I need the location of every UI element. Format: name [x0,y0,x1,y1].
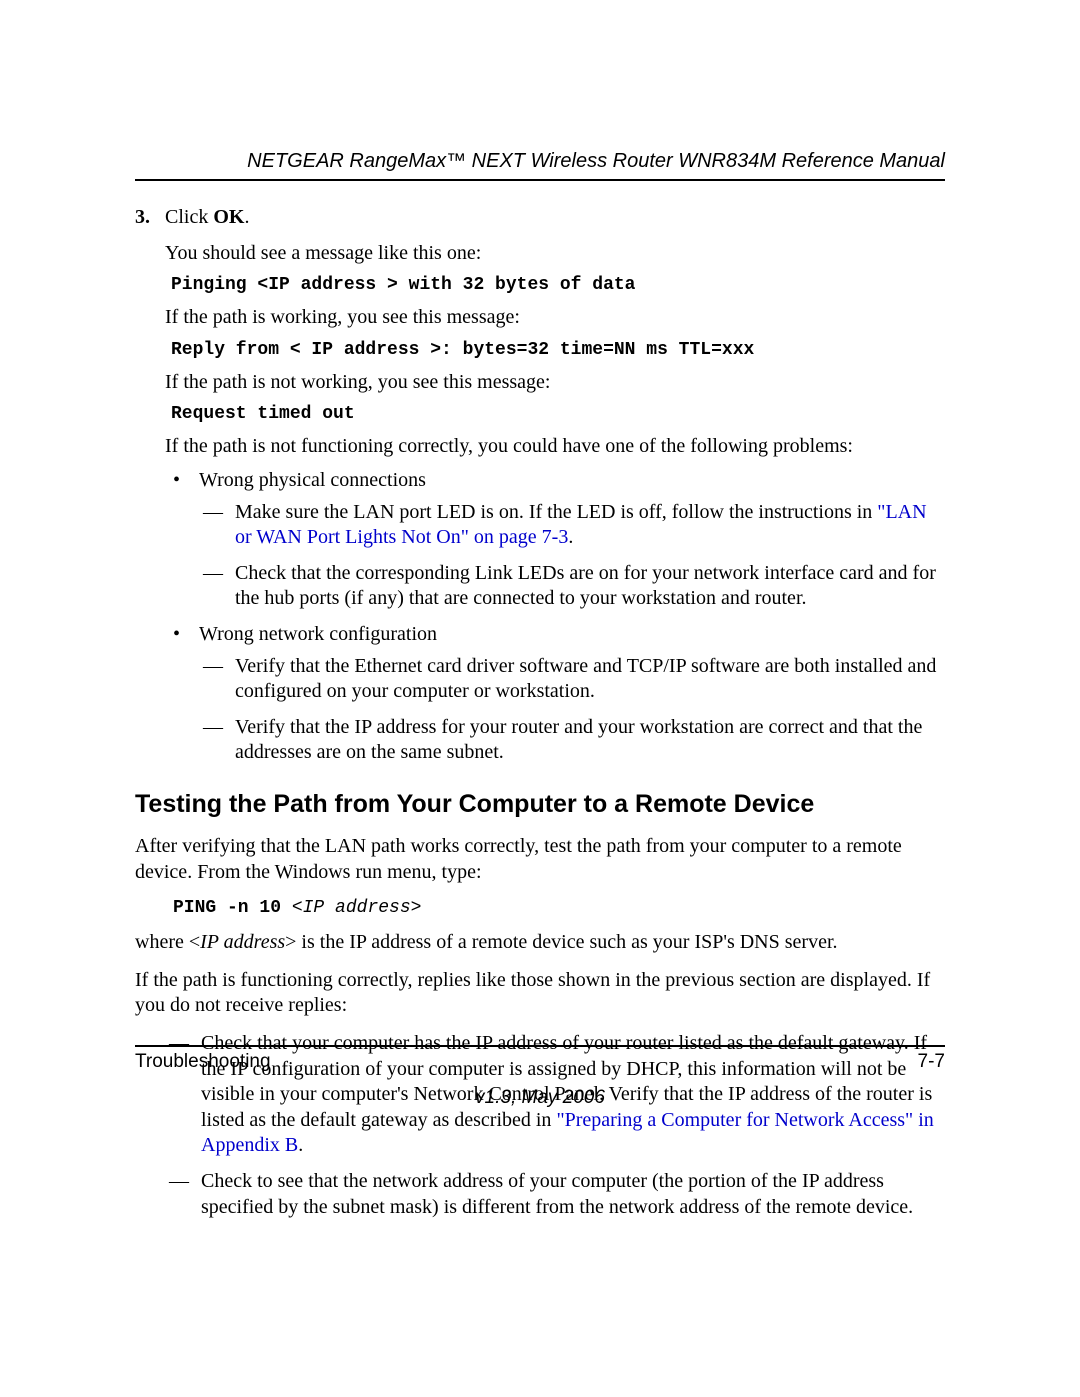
notworking-intro: If the path is not working, you see this… [165,370,945,396]
dash-text-pre: Make sure the LAN port LED is on. If the… [235,501,877,523]
sub-list: Make sure the LAN port LED is on. If the… [199,500,945,612]
dash-text: Verify that the IP address for your rout… [235,716,922,764]
ping-command: PING -n 10 <IP address> [135,897,945,920]
footer-row: Troubleshooting 7-7 [135,1051,945,1073]
bullet-title: Wrong physical connections [199,469,426,491]
p2-post: > is the IP address of a remote device s… [285,931,837,953]
p2-ital: IP address [200,931,285,953]
working-intro: If the path is working, you see this mes… [165,305,945,331]
cmd-arg: <IP address> [292,898,422,918]
dash-text-post: . [568,526,573,548]
timeout-output: Request timed out [165,403,945,426]
problems-list: Wrong physical connections Make sure the… [165,468,945,766]
step-indent: You should see a message like this one: … [165,241,945,766]
dash-text: Verify that the Ethernet card driver sof… [235,655,936,703]
list-item: Verify that the Ethernet card driver sof… [199,654,945,705]
page: NETGEAR RangeMax™ NEXT Wireless Router W… [0,0,1080,1397]
header-title: NETGEAR RangeMax™ NEXT Wireless Router W… [135,150,945,173]
step-body: Click OK. [165,205,945,231]
p2-pre: where < [135,931,200,953]
step-click-post: . [244,206,249,228]
list-item: Wrong network configuration Verify that … [165,622,945,766]
section-p3: If the path is functioning correctly, re… [135,968,945,1019]
step-click-bold: OK [213,206,244,228]
cmd-text: PING -n 10 [173,898,292,918]
step-number: 3. [135,205,165,231]
header-rule [135,179,945,181]
reply-output: Reply from < IP address >: bytes=32 time… [165,339,945,362]
footer-version: v1.3, May 2006 [135,1087,945,1109]
footer-rule [135,1045,945,1047]
list-item: Verify that the IP address for your rout… [199,715,945,766]
step-click-pre: Click [165,206,213,228]
step-3: 3. Click OK. [135,205,945,231]
problems-intro: If the path is not functioning correctly… [165,434,945,460]
footer-section-name: Troubleshooting [135,1051,271,1073]
list-item: Check to see that the network address of… [165,1169,945,1220]
section-p2: where <IP address> is the IP address of … [135,930,945,956]
msg-intro: You should see a message like this one: [165,241,945,267]
footer-page-number: 7-7 [918,1051,945,1073]
dash-text-post: . [298,1134,303,1156]
bullet-title: Wrong network configuration [199,623,437,645]
sub-list: Verify that the Ethernet card driver sof… [199,654,945,766]
list-item: Make sure the LAN port LED is on. If the… [199,500,945,551]
list-item: Wrong physical connections Make sure the… [165,468,945,612]
section-heading: Testing the Path from Your Computer to a… [135,788,945,820]
section-p1: After verifying that the LAN path works … [135,834,945,885]
list-item: Check that the corresponding Link LEDs a… [199,561,945,612]
page-footer: Troubleshooting 7-7 v1.3, May 2006 [135,1045,945,1109]
ping-output: Pinging <IP address > with 32 bytes of d… [165,274,945,297]
dash-text: Check to see that the network address of… [201,1170,913,1218]
dash-text: Check that the corresponding Link LEDs a… [235,562,936,610]
